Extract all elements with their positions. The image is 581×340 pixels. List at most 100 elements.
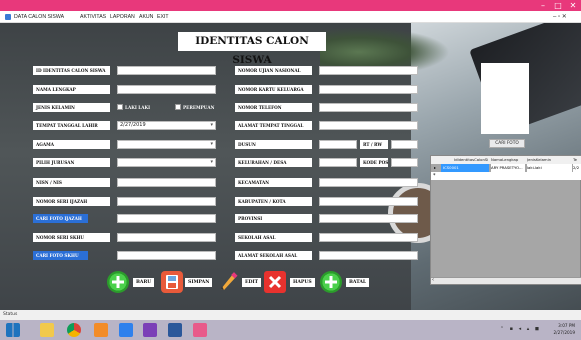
plus-icon (107, 271, 129, 293)
grid-cell[interactable]: ARY PRASETYO... (491, 164, 525, 172)
chevron-down-icon[interactable]: ▾ (210, 159, 213, 166)
grid-column-header[interactable]: NamaLengkap (491, 156, 524, 164)
maximize-icon[interactable]: □ (551, 0, 565, 11)
label-dusun: DUSUN (235, 140, 312, 149)
baru-label: BARU (133, 278, 155, 287)
input-nisn[interactable] (117, 178, 216, 187)
table-row-new[interactable]: * (431, 172, 581, 180)
input-nama-lengkap[interactable] (117, 85, 216, 94)
cari-foto-button[interactable]: CARI FOTO (489, 139, 525, 148)
input-provinsi[interactable] (319, 214, 418, 223)
input-nomor-kartu-keluarga[interactable] (319, 85, 418, 94)
batal-button[interactable]: BATAL (320, 271, 374, 295)
baru-button[interactable]: BARU (107, 271, 159, 295)
input-nomor-ujian-nasional[interactable] (319, 66, 418, 75)
input-kecamatan[interactable] (319, 178, 418, 187)
menu-bar: DATA CALON SISWA AKTIVITAS LAPORAN AKUN … (0, 11, 581, 23)
menu-item-akun[interactable]: AKUN (139, 14, 153, 20)
input-id-identitas[interactable] (117, 66, 216, 75)
input-kabupaten-kota[interactable] (319, 197, 418, 206)
label-tempat-tanggal-lahir: TEMPAT TANGGAL LAHIR (33, 121, 110, 130)
date-value: 2/27/2019 (120, 122, 146, 128)
media-player-icon[interactable] (119, 323, 133, 337)
input-nomor-seri-skhu[interactable] (117, 233, 216, 242)
minimize-icon[interactable]: – (536, 0, 550, 11)
grid-cell[interactable]: 2/2 (573, 164, 581, 172)
grid-column-header[interactable]: IdIdentitasCalonSis (454, 156, 488, 164)
label-nomor-seri-ijazah: NOMOR SERI IJAZAH (33, 197, 110, 206)
input-alamat-tempat-tinggal[interactable] (319, 121, 418, 130)
input-kode-pos[interactable] (391, 158, 418, 167)
sublime-icon[interactable] (94, 323, 108, 337)
label-jenis-kelamin: JENIS KELAMIN (33, 103, 110, 112)
scroll-left-icon[interactable]: ‹ (432, 277, 434, 283)
windows-taskbar: ⌃ ▪ ◂ ▴ ◼ 3:07 PM 2/27/2019 (0, 320, 581, 340)
data-grid[interactable]: IdIdentitasCalonSis NamaLengkap JenisKel… (430, 155, 581, 285)
label-nomor-kartu-keluarga: NOMOR KARTU KELUARGA (235, 85, 312, 94)
paint-icon[interactable] (193, 323, 207, 337)
label-nomor-ujian-nasional: NOMOR UJIAN NASIONAL (235, 66, 312, 75)
label-nisn: NISN / NIS (33, 178, 110, 187)
mdi-window-controls[interactable]: – ▫ ✕ (553, 13, 567, 20)
pencil-icon (217, 271, 239, 293)
input-sekolah-asal[interactable] (319, 233, 418, 242)
word-icon[interactable] (168, 323, 182, 337)
label-kecamatan: KECAMATAN (235, 178, 312, 187)
file-explorer-icon[interactable] (40, 323, 54, 337)
input-foto-ijazah[interactable] (117, 214, 216, 223)
input-kelurahan-desa[interactable] (319, 158, 357, 167)
visual-studio-icon[interactable] (143, 323, 157, 337)
grid-column-header[interactable]: JenisKelamin (527, 156, 559, 164)
clock[interactable]: 3:07 PM 2/27/2019 (554, 322, 575, 336)
table-row[interactable]: ▸ ICS0001 ARY PRASETYO... laki-laki 2/2 (431, 164, 581, 172)
close-icon[interactable]: ✕ (566, 0, 580, 11)
label-alamat-tempat-tinggal: ALAMAT TEMPAT TINGGAL (235, 121, 312, 130)
chevron-down-icon[interactable]: ▾ (210, 141, 213, 148)
label-laki-laki: LAKI LAKI (125, 105, 151, 110)
select-jurusan[interactable]: ▾ (117, 158, 216, 167)
grid-cell[interactable]: laki-laki (527, 164, 572, 172)
input-dusun[interactable] (319, 140, 357, 149)
label-kabupaten-kota: KABUPATEN / KOTA (235, 197, 312, 206)
hapus-button[interactable]: HAPUS (264, 271, 318, 295)
system-tray-icons[interactable]: ⌃ ▪ ◂ ▴ ◼ (500, 326, 541, 332)
input-rt-rw[interactable] (391, 140, 418, 149)
horizontal-scrollbar[interactable]: ‹ (431, 277, 581, 284)
date-picker-lahir[interactable]: 2/27/2019 ▾ (117, 121, 216, 130)
menu-item-exit[interactable]: EXIT (157, 14, 169, 20)
label-nama-lengkap: NAMA LENGKAP (33, 85, 110, 94)
status-bar: Status (0, 310, 581, 320)
checkbox-laki-laki[interactable] (117, 104, 123, 110)
menu-item-data-calon-siswa[interactable]: DATA CALON SISWA (14, 14, 64, 20)
label-perempuan: PEREMPUAN (183, 105, 215, 110)
batal-label: BATAL (346, 278, 370, 287)
clock-time: 3:07 PM (558, 323, 575, 328)
chrome-icon[interactable] (67, 323, 81, 337)
grid-header: IdIdentitasCalonSis NamaLengkap JenisKel… (431, 156, 581, 164)
input-foto-skhu[interactable] (117, 251, 216, 260)
checkbox-perempuan[interactable] (175, 104, 181, 110)
menu-item-laporan[interactable]: LAPORAN (110, 14, 135, 20)
new-row-icon: * (433, 173, 436, 179)
grid-cell[interactable]: ICS0001 (441, 164, 489, 172)
windows-start-icon[interactable] (6, 323, 20, 337)
calendar-dropdown-icon[interactable]: ▾ (210, 122, 213, 129)
plus-circle-icon (320, 271, 342, 293)
cari-foto-ijazah-button[interactable]: CARI FOTO IJAZAH (33, 214, 88, 223)
select-agama[interactable]: ▾ (117, 140, 216, 149)
input-nomor-telefon[interactable] (319, 103, 418, 112)
label-kelurahan-desa: KELURAHAN / DESA (235, 158, 312, 167)
menu-item-aktivitas[interactable]: AKTIVITAS (80, 14, 106, 20)
edit-button[interactable]: EDIT (217, 271, 263, 295)
app-icon (5, 14, 11, 20)
input-alamat-sekolah-asal[interactable] (319, 251, 418, 260)
label-nomor-telefon: NOMOR TELEFON (235, 103, 312, 112)
cari-foto-skhu-button[interactable]: CARI FOTO SKHU (33, 251, 88, 260)
grid-column-header[interactable]: Te (573, 156, 581, 164)
label-alamat-sekolah-asal: ALAMAT SEKOLAH ASAL (235, 251, 312, 260)
form-background: IDENTITAS CALON SISWA ID IDENTITAS CALON… (0, 23, 581, 310)
edit-label: EDIT (242, 278, 262, 287)
simpan-button[interactable]: SIMPAN (161, 271, 221, 295)
label-provinsi: PROVINSI (235, 214, 312, 223)
input-nomor-seri-ijazah[interactable] (117, 197, 216, 206)
